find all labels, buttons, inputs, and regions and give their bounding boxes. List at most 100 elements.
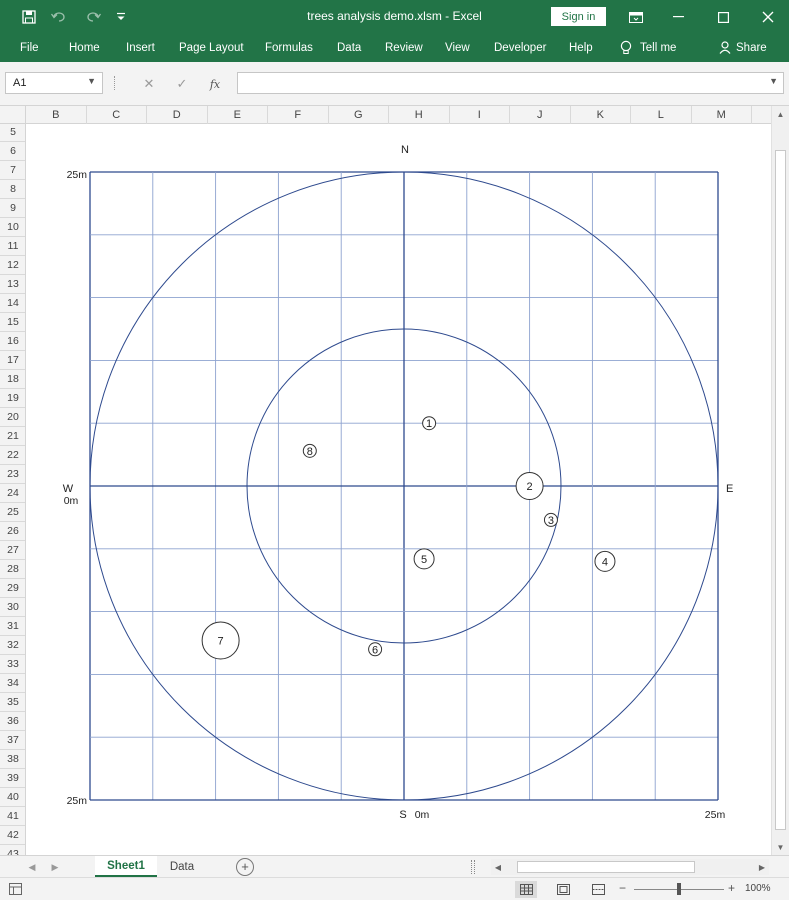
minimize-icon[interactable] <box>658 0 698 34</box>
row-header-35[interactable]: 35 <box>0 693 25 712</box>
row-header-11[interactable]: 11 <box>0 237 25 256</box>
row-header-23[interactable]: 23 <box>0 465 25 484</box>
row-header-18[interactable]: 18 <box>0 370 25 389</box>
next-sheet-icon[interactable]: ▶ <box>47 859 63 875</box>
scroll-up-icon[interactable]: ▲ <box>772 106 789 122</box>
sheet-tab-data[interactable]: Data <box>160 856 204 877</box>
column-header-d[interactable]: D <box>147 106 208 124</box>
redo-icon[interactable] <box>80 0 106 34</box>
row-header-15[interactable]: 15 <box>0 313 25 332</box>
expand-formula-bar-icon[interactable]: ▼ <box>769 76 778 86</box>
select-all-corner[interactable] <box>0 106 26 124</box>
row-header-12[interactable]: 12 <box>0 256 25 275</box>
row-header-36[interactable]: 36 <box>0 712 25 731</box>
row-header-32[interactable]: 32 <box>0 636 25 655</box>
share-button[interactable]: Share <box>719 34 767 62</box>
row-header-39[interactable]: 39 <box>0 769 25 788</box>
row-header-19[interactable]: 19 <box>0 389 25 408</box>
row-header-22[interactable]: 22 <box>0 446 25 465</box>
horizontal-scroll-thumb[interactable] <box>517 861 695 873</box>
row-header-31[interactable]: 31 <box>0 617 25 636</box>
customize-quick-access-icon[interactable] <box>108 0 134 34</box>
chevron-down-icon[interactable]: ▼ <box>87 76 96 86</box>
row-header-28[interactable]: 28 <box>0 560 25 579</box>
tab-formulas[interactable]: Formulas <box>265 34 313 62</box>
row-header-7[interactable]: 7 <box>0 161 25 180</box>
tab-file[interactable]: File <box>20 34 39 62</box>
row-header-43[interactable]: 43 <box>0 845 25 855</box>
tab-help[interactable]: Help <box>569 34 593 62</box>
row-header-38[interactable]: 38 <box>0 750 25 769</box>
zoom-slider-thumb[interactable] <box>677 883 681 895</box>
tab-insert[interactable]: Insert <box>126 34 155 62</box>
vertical-scroll-thumb[interactable] <box>775 150 786 830</box>
previous-sheet-icon[interactable]: ◀ <box>24 859 40 875</box>
scroll-down-icon[interactable]: ▼ <box>772 839 789 855</box>
column-header-g[interactable]: G <box>329 106 389 124</box>
row-header-16[interactable]: 16 <box>0 332 25 351</box>
row-header-20[interactable]: 20 <box>0 408 25 427</box>
row-header-8[interactable]: 8 <box>0 180 25 199</box>
row-header-30[interactable]: 30 <box>0 598 25 617</box>
column-header-e[interactable]: E <box>208 106 268 124</box>
maximize-icon[interactable] <box>703 0 743 34</box>
column-header-j[interactable]: J <box>510 106 571 124</box>
normal-view-icon[interactable] <box>515 881 537 898</box>
close-icon[interactable] <box>748 0 788 34</box>
row-header-42[interactable]: 42 <box>0 826 25 845</box>
row-header-27[interactable]: 27 <box>0 541 25 560</box>
zoom-level[interactable]: 100% <box>745 883 771 894</box>
row-header-21[interactable]: 21 <box>0 427 25 446</box>
row-header-24[interactable]: 24 <box>0 484 25 503</box>
tab-review[interactable]: Review <box>385 34 423 62</box>
column-header-b[interactable]: B <box>26 106 87 124</box>
row-header-10[interactable]: 10 <box>0 218 25 237</box>
row-header-9[interactable]: 9 <box>0 199 25 218</box>
sign-in-button[interactable]: Sign in <box>551 7 606 26</box>
row-header-25[interactable]: 25 <box>0 503 25 522</box>
row-header-14[interactable]: 14 <box>0 294 25 313</box>
row-header-34[interactable]: 34 <box>0 674 25 693</box>
column-header-m[interactable]: M <box>692 106 752 124</box>
column-header-f[interactable]: F <box>268 106 329 124</box>
tab-developer[interactable]: Developer <box>494 34 546 62</box>
tell-me-button[interactable]: Tell me <box>620 34 676 62</box>
row-header-26[interactable]: 26 <box>0 522 25 541</box>
fx-icon[interactable]: fx <box>204 74 226 94</box>
ribbon-display-options-icon[interactable] <box>616 0 656 34</box>
row-header-29[interactable]: 29 <box>0 579 25 598</box>
add-sheet-button[interactable]: + <box>236 858 254 876</box>
column-header-l[interactable]: L <box>631 106 692 124</box>
scroll-left-icon[interactable]: ◀ <box>491 859 505 875</box>
column-header-h[interactable]: H <box>389 106 450 124</box>
row-header-33[interactable]: 33 <box>0 655 25 674</box>
sheet-tab-sheet1[interactable]: Sheet1 <box>95 856 157 877</box>
tab-data[interactable]: Data <box>337 34 361 62</box>
row-header-6[interactable]: 6 <box>0 142 25 161</box>
column-header-c[interactable]: C <box>87 106 147 124</box>
cancel-icon[interactable]: ✕ <box>138 74 160 94</box>
tree-position-plot[interactable]: 1 2 3 4 5 6 7 8 N 25m W 0m E 25m S 0m 25m <box>26 124 771 855</box>
scroll-right-icon[interactable]: ▶ <box>755 859 769 875</box>
save-icon[interactable] <box>16 0 42 34</box>
name-box[interactable]: A1 ▼ <box>5 72 103 94</box>
page-layout-view-icon[interactable] <box>552 881 574 898</box>
row-header-37[interactable]: 37 <box>0 731 25 750</box>
row-header-17[interactable]: 17 <box>0 351 25 370</box>
worksheet-area[interactable]: 1 2 3 4 5 6 7 8 N 25m W 0m E 25m S 0m 25m <box>26 124 771 855</box>
tab-split-handle[interactable] <box>471 860 475 874</box>
vertical-scrollbar[interactable]: ▲ ▼ <box>771 106 789 855</box>
horizontal-scrollbar[interactable]: ◀ ▶ <box>491 859 769 875</box>
row-header-5[interactable]: 5 <box>0 124 25 142</box>
page-break-preview-icon[interactable] <box>587 881 609 898</box>
undo-icon[interactable] <box>46 0 72 34</box>
row-header-40[interactable]: 40 <box>0 788 25 807</box>
row-header-13[interactable]: 13 <box>0 275 25 294</box>
accessibility-icon[interactable] <box>9 883 22 898</box>
formula-input[interactable]: ▼ <box>237 72 784 94</box>
column-header-k[interactable]: K <box>571 106 631 124</box>
tab-view[interactable]: View <box>445 34 470 62</box>
zoom-in-icon[interactable]: + <box>728 881 735 895</box>
tab-page-layout[interactable]: Page Layout <box>179 34 244 62</box>
tab-home[interactable]: Home <box>69 34 100 62</box>
